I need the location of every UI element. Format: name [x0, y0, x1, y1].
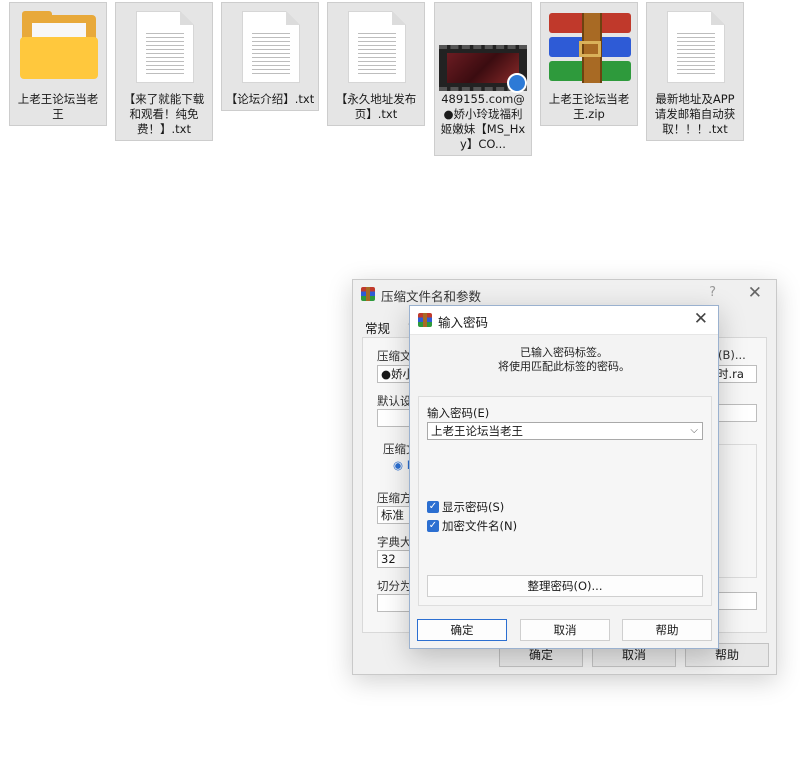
- organize-passwords-button[interactable]: 整理密码(O)...: [427, 575, 703, 597]
- file-tile-zip[interactable]: 上老王论坛当老王.zip: [540, 2, 638, 126]
- close-icon[interactable]: ✕: [694, 309, 708, 329]
- update-method-field[interactable]: [713, 404, 757, 422]
- password-cancel-button[interactable]: 取消: [520, 619, 610, 641]
- tab-general[interactable]: 常规: [365, 321, 390, 336]
- password-input[interactable]: 上老王论坛当老王 ⌵: [427, 422, 703, 440]
- right-lower-field[interactable]: [713, 592, 757, 610]
- winrar-archive-icon: [549, 13, 631, 83]
- split-label: 切分为: [377, 579, 412, 593]
- file-tile-txt-permanent-address[interactable]: 【永久地址发布页】.txt: [327, 2, 425, 126]
- password-dialog-title: 输入密码: [438, 315, 489, 330]
- winrar-app-icon: [418, 313, 432, 327]
- file-name: 【论坛介绍】.txt: [225, 92, 315, 106]
- file-name: 【永久地址发布页】.txt: [335, 92, 417, 121]
- text-file-icon: [242, 11, 300, 83]
- encrypt-filenames-label: 加密文件名(N): [442, 519, 518, 533]
- file-tile-txt-latest-address[interactable]: 最新地址及APP请发邮箱自动获取！！！.txt: [646, 2, 744, 141]
- password-help-button[interactable]: 帮助: [622, 619, 712, 641]
- winrar-app-icon: [361, 287, 375, 301]
- checkbox-checked-icon: ✓: [427, 501, 439, 513]
- file-name: 最新地址及APP请发邮箱自动获取！！！.txt: [654, 92, 736, 136]
- password-ok-button[interactable]: 确定: [417, 619, 507, 641]
- file-name: 【来了就能下载和观看！纯免费！】.txt: [123, 92, 205, 136]
- chevron-down-icon[interactable]: ⌵: [690, 423, 698, 439]
- show-password-checkbox[interactable]: ✓ 显示密码(S): [427, 499, 504, 515]
- file-tile-txt-forum-intro[interactable]: 【论坛介绍】.txt: [221, 2, 319, 111]
- file-name: 上老王论坛当老王.zip: [548, 92, 630, 121]
- update-mode-field[interactable]: 时.ra: [713, 365, 757, 383]
- info-line-1: 已输入密码标签。: [520, 346, 608, 359]
- file-name: 489155.com@●娇小玲珑福利姬嫩妹【MS_Hxy】CO...: [440, 92, 526, 151]
- encrypt-filenames-checkbox[interactable]: ✓ 加密文件名(N): [427, 518, 517, 534]
- close-icon[interactable]: ✕: [748, 283, 762, 303]
- info-line-2: 将使用匹配此标签的密码。: [498, 360, 630, 373]
- browse-button-fragment[interactable]: (B)...: [718, 348, 746, 362]
- text-file-icon: [348, 11, 406, 83]
- text-file-icon: [667, 11, 725, 83]
- right-options-box: [713, 444, 757, 578]
- archive-dialog-title: 压缩文件名和参数: [381, 289, 482, 304]
- show-password-label: 显示密码(S): [442, 500, 505, 514]
- archive-dialog-titlebar: 压缩文件名和参数 ? ✕: [353, 280, 776, 308]
- file-tile-video[interactable]: 489155.com@●娇小玲珑福利姬嫩妹【MS_Hxy】CO...: [434, 2, 532, 156]
- file-tile-folder[interactable]: 上老王论坛当老王: [9, 2, 107, 126]
- enter-password-dialog: 输入密码 ✕ 已输入密码标签。 将使用匹配此标签的密码。 输入密码(E) 上老王…: [409, 305, 719, 649]
- password-label: 输入密码(E): [427, 406, 490, 420]
- help-icon[interactable]: ?: [709, 285, 716, 300]
- file-tile-txt-download[interactable]: 【来了就能下载和观看！纯免费！】.txt: [115, 2, 213, 141]
- file-name: 上老王论坛当老王: [17, 92, 99, 121]
- password-dialog-titlebar: 输入密码 ✕: [410, 306, 718, 335]
- password-info-text: 已输入密码标签。 将使用匹配此标签的密码。: [410, 346, 718, 374]
- checkbox-checked-icon: ✓: [427, 520, 439, 532]
- password-value: 上老王论坛当老王: [431, 424, 523, 438]
- text-file-icon: [136, 11, 194, 83]
